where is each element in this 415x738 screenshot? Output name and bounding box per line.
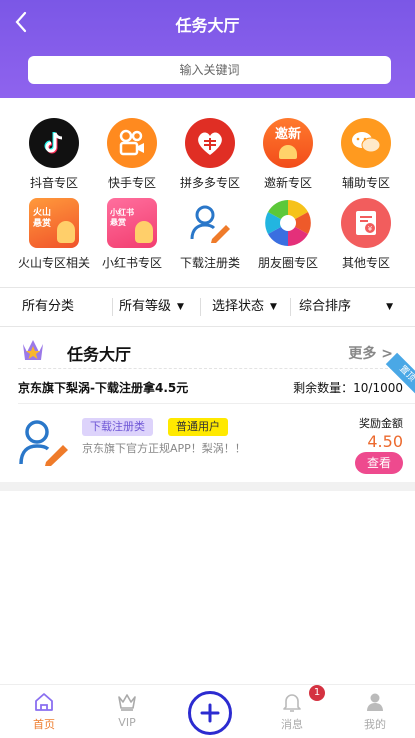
- category-moments[interactable]: 朋友圈专区: [248, 198, 328, 271]
- category-label: 下载注册类: [179, 256, 240, 270]
- plus-icon: [200, 703, 220, 723]
- home-icon: [35, 693, 53, 711]
- filter-all-categories[interactable]: 所有分类: [22, 288, 74, 326]
- reward-amount: 4.50: [367, 432, 403, 451]
- category-label: 辅助专区: [341, 176, 390, 190]
- category-other[interactable]: ¥ 其他专区: [326, 198, 406, 271]
- divider: [290, 298, 291, 316]
- divider: [0, 326, 415, 327]
- page-title: 任务大厅: [175, 16, 240, 35]
- user-icon: [367, 693, 383, 711]
- category-label: 朋友圈专区: [257, 256, 318, 270]
- divider: [112, 298, 113, 316]
- xiaohongshu-icon: 小红书 悬赏: [107, 198, 157, 248]
- more-link[interactable]: 更多 >: [348, 343, 393, 363]
- filter-sort[interactable]: 综合排序 ▼: [299, 288, 399, 326]
- task-card[interactable]: 下载注册类 普通用户 京东旗下官方正规APP！梨涡！！ 奖励金额 4.50 查看: [0, 404, 415, 480]
- tiktok-icon: [29, 118, 79, 168]
- trophy-icon: [23, 340, 43, 360]
- filter-all-levels[interactable]: 所有等级 ▼: [119, 288, 184, 326]
- caret-down-icon: ▼: [386, 302, 393, 312]
- wechat-icon: [341, 118, 391, 168]
- category-xiaohongshu[interactable]: 小红书 悬赏 小红书专区: [92, 198, 172, 271]
- category-pinduoduo[interactable]: 拼多多专区: [170, 118, 250, 191]
- nav-vip[interactable]: VIP: [102, 691, 152, 729]
- caret-down-icon: ▼: [270, 302, 277, 312]
- view-button[interactable]: 查看: [355, 452, 403, 474]
- reward-label: 奖励金额: [359, 417, 403, 430]
- category-label: 抖音专区: [29, 176, 78, 190]
- task-hall-header: 任务大厅 更多 >: [0, 330, 415, 370]
- category-label: 火山专区相关: [17, 256, 90, 270]
- document-icon: ¥: [341, 198, 391, 248]
- task-name: 京东旗下梨涡-下载注册拿4.5元: [18, 381, 189, 395]
- user-pen-icon: [19, 420, 68, 466]
- category-download-register[interactable]: 下载注册类: [170, 198, 250, 271]
- task-summary: 京东旗下梨涡-下载注册拿4.5元 剩余数量：10/1000: [0, 373, 415, 401]
- category-label: 拼多多专区: [179, 176, 240, 190]
- search-input[interactable]: 输入关键词: [28, 56, 391, 84]
- user-pen-icon: [185, 198, 235, 248]
- section-separator: [0, 482, 415, 491]
- category-grid: 抖音专区 快手专区 拼多多专区 邀新 邀新专区 辅助专区 火山 悬赏 火山专区相…: [0, 112, 415, 280]
- caret-down-icon: ▼: [177, 302, 184, 312]
- divider: [200, 298, 201, 316]
- nav-mine[interactable]: 我的: [350, 691, 400, 732]
- filter-select-status[interactable]: 选择状态 ▼: [212, 288, 277, 326]
- publish-button[interactable]: [188, 691, 232, 735]
- category-douyin[interactable]: 抖音专区: [14, 118, 94, 191]
- task-hall-title: 任务大厅: [67, 345, 132, 364]
- category-huoshan[interactable]: 火山 悬赏 火山专区相关: [14, 198, 94, 271]
- bell-icon: [283, 694, 301, 712]
- category-label: 邀新专区: [263, 176, 312, 190]
- kuaishou-icon: [107, 118, 157, 168]
- filter-bar: 所有分类 所有等级 ▼ 选择状态 ▼ 综合排序 ▼: [0, 288, 415, 326]
- task-description: 京东旗下官方正规APP！梨涡！！: [82, 442, 246, 455]
- divider: [18, 368, 398, 369]
- aperture-icon: [263, 198, 313, 248]
- category-assist[interactable]: 辅助专区: [326, 118, 406, 191]
- header: 任务大厅 输入关键词: [0, 0, 415, 98]
- pinduoduo-icon: [185, 118, 235, 168]
- category-invite[interactable]: 邀新 邀新专区: [248, 118, 328, 191]
- category-label: 小红书专区: [101, 256, 162, 270]
- message-badge: 1: [309, 685, 325, 701]
- crown-icon: [118, 694, 136, 711]
- task-type-tag: 下载注册类: [82, 418, 153, 436]
- task-remaining: 剩余数量：10/1000: [293, 381, 403, 395]
- category-label: 快手专区: [107, 176, 156, 190]
- svg-text:¥: ¥: [368, 225, 373, 233]
- category-label: 其他专区: [341, 256, 390, 270]
- huoshan-icon: 火山 悬赏: [29, 198, 79, 248]
- nav-home[interactable]: 首页: [19, 691, 69, 732]
- category-kuaishou[interactable]: 快手专区: [92, 118, 172, 191]
- invite-icon: 邀新: [263, 118, 313, 168]
- user-level-tag: 普通用户: [168, 418, 228, 436]
